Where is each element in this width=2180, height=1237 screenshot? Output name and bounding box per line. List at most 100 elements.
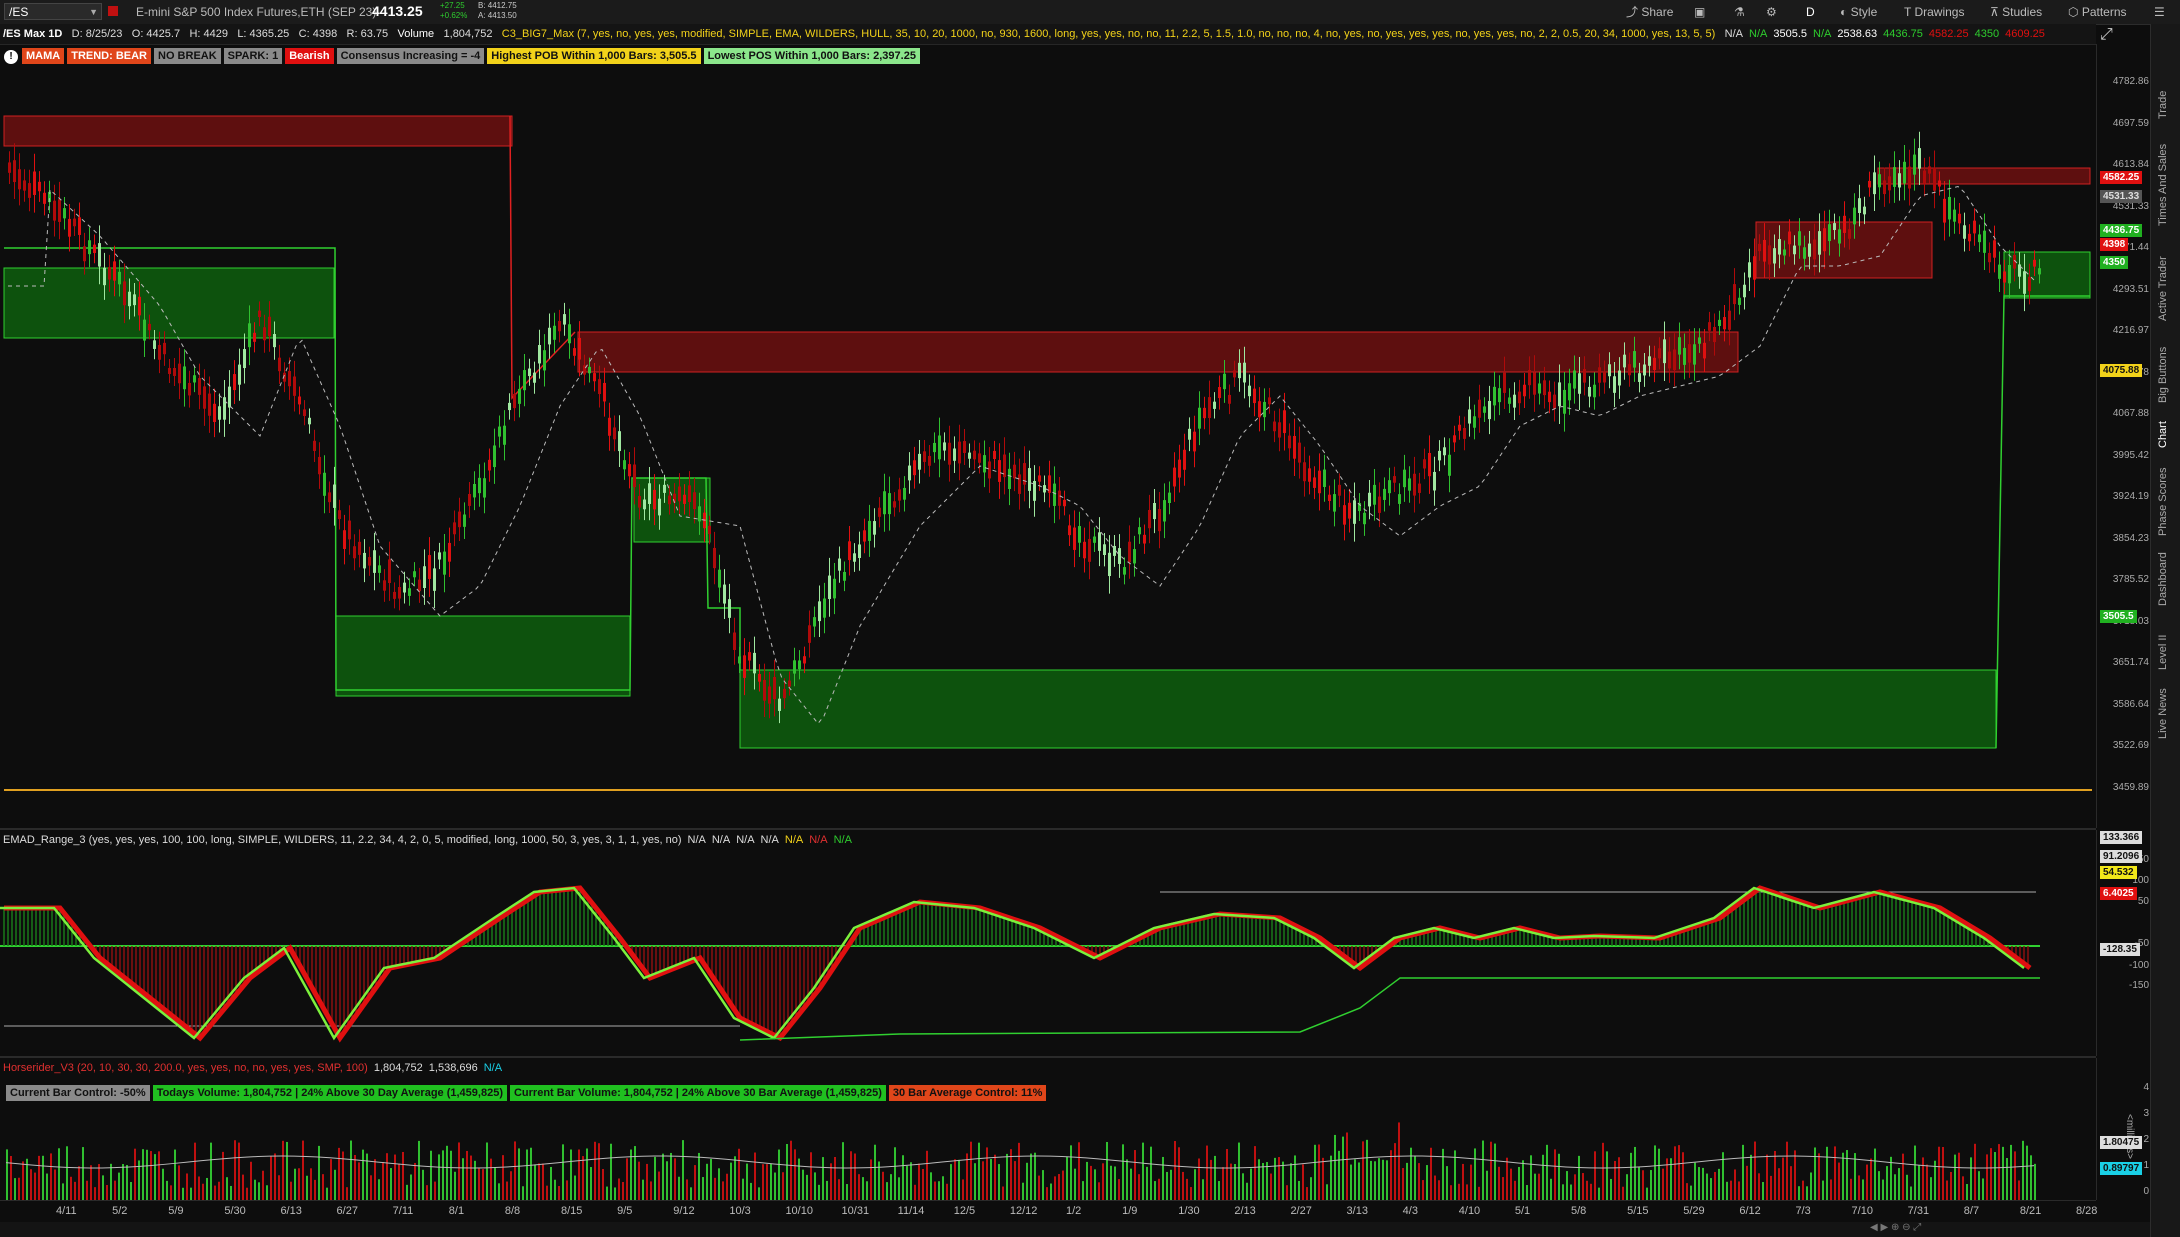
price-chart[interactable] [0, 66, 2096, 828]
time-axis[interactable]: 4/11 5/2 5/9 5/30 6/13 6/27 7/11 8/1 8/8 8/15 9/5 9… [0, 1200, 2097, 1223]
drawings-button[interactable]: T Drawings [1904, 0, 1964, 24]
volume-bar [1302, 1164, 1304, 1200]
candle-body [1873, 172, 1876, 195]
period-selector[interactable]: D [1806, 0, 1815, 24]
beaker-icon[interactable]: ⚗ [1734, 0, 1745, 24]
bar-high: H: 4429 [189, 28, 228, 40]
candle-body [1363, 512, 1366, 525]
scroll-controls-icon[interactable]: ◀ ▶ ⊕ ⊖ ⤢ [1870, 1222, 1921, 1233]
volume-bar [1822, 1180, 1824, 1200]
volume-bar [330, 1159, 332, 1200]
time-axis-label: 2/13 [1234, 1205, 1256, 1217]
volume-bar [1162, 1156, 1164, 1200]
candle-body [298, 396, 301, 405]
candle-body [183, 366, 186, 390]
alert-icon[interactable]: ! [4, 50, 18, 64]
candle-body [1273, 421, 1276, 432]
volume-bar [918, 1163, 920, 1200]
candle-body [428, 555, 431, 579]
sidebar-tab[interactable]: Trade [2157, 91, 2169, 119]
candle-body [1313, 477, 1316, 488]
menu-icon[interactable]: ☰ [2154, 0, 2165, 24]
volume-bar [606, 1186, 608, 1200]
volume-bar [1742, 1144, 1744, 1200]
studies-button[interactable]: ⊼ Studies [1990, 0, 2042, 24]
emad-pane[interactable] [0, 848, 2096, 1056]
volume-pane[interactable] [0, 1104, 2096, 1200]
volume-bar [958, 1159, 960, 1200]
study-label: Consensus Increasing = -4 [336, 48, 485, 64]
symbol-input[interactable]: /ES ▼ [4, 3, 102, 20]
volume-bar [1862, 1179, 1864, 1200]
candle-body [1693, 344, 1696, 365]
supply-demand-zone [2003, 251, 2091, 299]
candle-body [233, 374, 236, 391]
candle-body [838, 558, 841, 571]
volume-axis[interactable]: <millions> 43210 [2096, 1058, 2151, 1200]
volume-bar [1978, 1171, 1980, 1200]
sidebar-tab[interactable]: Times And Sales [2157, 144, 2169, 226]
volume-bar [1338, 1150, 1340, 1200]
candle-body [938, 435, 941, 460]
share-button[interactable]: ⤴ Share [1626, 0, 1673, 24]
chevron-down-icon[interactable]: ▼ [89, 4, 98, 21]
sidebar-tab[interactable]: Live News [2157, 689, 2169, 740]
candle-body [463, 514, 466, 527]
volume-bar [174, 1149, 176, 1200]
volume-axis-label: 4 [2143, 1082, 2149, 1093]
candle-body [1818, 231, 1821, 255]
volume-bar [1250, 1168, 1252, 1200]
price-pane[interactable] [0, 66, 2096, 828]
volume-bar [1154, 1181, 1156, 1200]
sidebar-tab[interactable]: Big Buttons [2157, 347, 2169, 403]
candle-body [1333, 494, 1336, 512]
volume-bar [1438, 1180, 1440, 1200]
flexible-grid-icon[interactable]: ▣ [1694, 0, 1705, 24]
sidebar-tab[interactable]: Phase Scores [2157, 468, 2169, 536]
candle-body [773, 677, 776, 700]
volume-bar [1850, 1178, 1852, 1200]
study-value: 4582.25 [1928, 28, 1969, 40]
volume-bar [1306, 1187, 1308, 1200]
style-button[interactable]: ◐ Style [1840, 0, 1877, 24]
candle-body [393, 591, 396, 599]
volume-bar [610, 1143, 612, 1200]
volume-axis-label: 1 [2143, 1160, 2149, 1171]
volume-bar [1034, 1152, 1036, 1200]
volume-bar [1270, 1173, 1272, 1200]
volume-bar [686, 1179, 688, 1200]
emad-tag: 133.366 [2100, 831, 2143, 844]
expand-icon[interactable]: ⤢ [2100, 26, 2113, 44]
candle-body [1993, 240, 1996, 258]
emad-chart[interactable] [0, 848, 2096, 1056]
volume-bar [186, 1173, 188, 1200]
candle-body [788, 680, 791, 687]
volume-bar [566, 1180, 568, 1200]
candle-body [63, 208, 66, 219]
candle-body [1378, 496, 1381, 513]
candle-body [1423, 459, 1426, 469]
link-color-icon[interactable] [108, 6, 118, 16]
volume-bar [1370, 1160, 1372, 1200]
candle-body [883, 491, 886, 515]
gear-icon[interactable]: ⚙ [1766, 0, 1777, 24]
volume-bar [1662, 1168, 1664, 1200]
volume-bar [358, 1162, 360, 1200]
candle-body [1648, 356, 1651, 366]
candle-body [28, 183, 31, 198]
price-tag: 4350 [2100, 256, 2129, 269]
patterns-button[interactable]: ⬡ Patterns [2068, 0, 2127, 24]
candle-body [323, 472, 326, 496]
sidebar-tab[interactable]: Active Trader [2157, 256, 2169, 321]
volume-bar [1342, 1136, 1344, 1200]
candle-body [493, 445, 496, 468]
sidebar-tab[interactable]: Dashboard [2157, 552, 2169, 606]
price-axis[interactable]: 4782.86 4697.59 4613.84 4531.33 4371.44 4293.… [2096, 44, 2151, 828]
volume-bar [526, 1149, 528, 1200]
volume-chart[interactable] [0, 1104, 2096, 1200]
candle-body [213, 403, 216, 422]
sidebar-tab[interactable]: Level II [2157, 634, 2169, 669]
volume-bar [1542, 1154, 1544, 1200]
volume-bar [78, 1166, 80, 1200]
sidebar-tab[interactable]: Chart [2157, 421, 2169, 448]
